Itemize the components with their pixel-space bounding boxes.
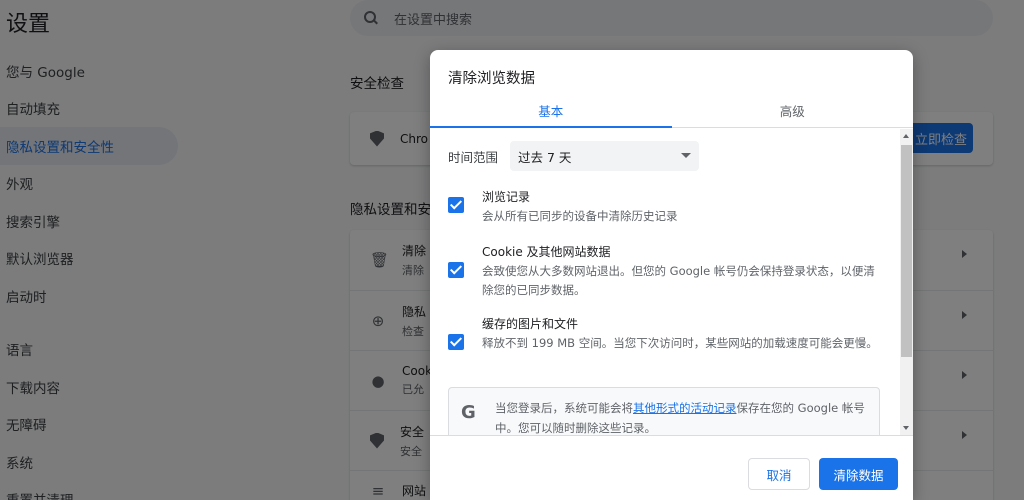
dialog-footer: 取消 清除数据 (430, 435, 913, 500)
tab-basic[interactable]: 基本 (430, 94, 672, 128)
option-cache: 缓存的图片和文件 释放不到 199 MB 空间。当您下次访问时，某些网站的加载速… (448, 316, 888, 353)
option-browsing-history: 浏览记录 会从所有已同步的设备中清除历史记录 (448, 189, 888, 226)
clear-data-button[interactable]: 清除数据 (819, 458, 898, 490)
dialog-tabs: 基本 高级 (430, 94, 913, 128)
notice-text-before: 当您登录后，系统可能会将 (495, 401, 633, 415)
time-range-select[interactable]: 过去 7 天 (510, 141, 700, 171)
other-activity-link[interactable]: 其他形式的活动记录 (633, 401, 737, 415)
option-title: 缓存的图片和文件 (482, 317, 579, 331)
scrollbar[interactable] (900, 129, 913, 435)
option-title: Cookie 及其他网站数据 (482, 245, 611, 259)
option-desc: 会从所有已同步的设备中清除历史记录 (482, 209, 678, 223)
time-range: 时间范围 过去 7 天 (448, 141, 700, 171)
google-g-icon: G (461, 402, 476, 423)
cookies-checkbox[interactable] (448, 262, 464, 278)
notice-text: 当您登录后，系统可能会将其他形式的活动记录保存在您的 Google 帐号中。您可… (495, 398, 867, 435)
browsing-history-checkbox[interactable] (448, 197, 464, 213)
activity-notice: G 当您登录后，系统可能会将其他形式的活动记录保存在您的 Google 帐号中。… (448, 387, 880, 435)
cancel-button[interactable]: 取消 (748, 458, 810, 490)
scroll-down-icon[interactable] (903, 426, 909, 430)
cache-checkbox[interactable] (448, 334, 464, 350)
dropdown-arrow-icon (681, 153, 692, 158)
dialog-content: 时间范围 过去 7 天 浏览记录 会从所有已同步的设备中清除历史记录 Cooki… (430, 129, 900, 435)
option-cookies: Cookie 及其他网站数据 会致使您从大多数网站退出。但您的 Google 帐… (448, 244, 888, 300)
tab-advanced[interactable]: 高级 (672, 94, 914, 127)
option-desc: 释放不到 199 MB 空间。当您下次访问时，某些网站的加载速度可能会更慢。 (482, 336, 878, 350)
scroll-up-icon[interactable] (903, 134, 909, 138)
option-title: 浏览记录 (482, 190, 531, 204)
option-desc: 会致使您从大多数网站退出。但您的 Google 帐号仍会保持登录状态，以便清除您… (482, 264, 875, 297)
time-range-value: 过去 7 天 (518, 149, 572, 165)
scrollbar-thumb[interactable] (901, 145, 912, 357)
dialog-title: 清除浏览数据 (448, 71, 535, 87)
clear-browsing-data-dialog: 清除浏览数据 基本 高级 时间范围 过去 7 天 浏览记录 会从所有已同步的设备… (430, 50, 913, 500)
time-range-label: 时间范围 (448, 149, 499, 165)
